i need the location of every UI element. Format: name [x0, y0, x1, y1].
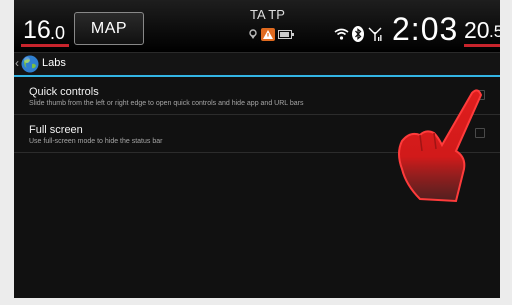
chevron-left-icon[interactable]: ‹: [15, 56, 19, 70]
right-bezel: [500, 0, 512, 305]
pointing-hand-icon: [398, 89, 483, 203]
bluetooth-icon: [352, 26, 364, 42]
outside-temp-whole: 16: [23, 16, 51, 44]
outside-temperature: 16 .0: [21, 10, 69, 47]
status-bar: 16 .0 MAP TA TP 2:03 20 .5: [14, 0, 500, 53]
setting-title: Full screen: [29, 124, 83, 136]
device-screen: 16 .0 MAP TA TP 2:03 20 .5 ‹ Labs Quick …: [14, 0, 500, 298]
inside-temp-decimal: .5: [489, 22, 500, 41]
setting-title: Quick controls: [29, 86, 99, 98]
action-bar: ‹ Labs: [14, 53, 500, 77]
globe-icon[interactable]: [21, 55, 39, 73]
warning-icon: [261, 28, 275, 41]
battery-icon: [278, 30, 294, 39]
bottom-bezel: [0, 298, 512, 305]
gps-icon: [249, 29, 257, 39]
signal-icon: [368, 27, 382, 41]
page-title: Labs: [42, 57, 66, 69]
setting-summary: Slide thumb from the left or right edge …: [29, 100, 304, 107]
radio-flags: TA TP: [250, 7, 285, 22]
clock: 2:03: [392, 11, 459, 47]
inside-temperature: 20 .5: [464, 10, 500, 47]
left-bezel: [0, 0, 14, 305]
inside-temp-whole: 20: [464, 17, 490, 43]
outside-temp-decimal: .0: [50, 23, 66, 43]
map-button[interactable]: MAP: [74, 12, 144, 45]
setting-summary: Use full-screen mode to hide the status …: [29, 138, 163, 145]
wifi-icon: [334, 28, 349, 40]
